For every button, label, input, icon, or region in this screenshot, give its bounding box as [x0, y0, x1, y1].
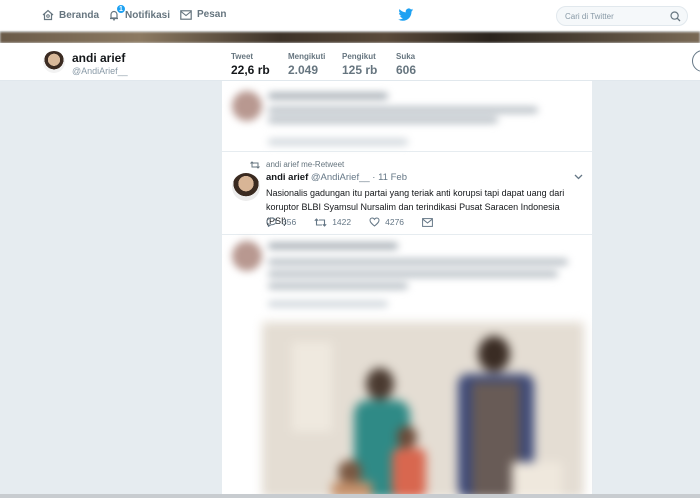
- avatar[interactable]: [42, 50, 66, 74]
- tweet-actions: 356 1422 4276: [266, 217, 451, 227]
- stat-label: Pengikut: [342, 52, 376, 61]
- search-icon[interactable]: [670, 11, 681, 22]
- stat-tweets[interactable]: Tweet 22,6 rb: [231, 52, 270, 77]
- profile-name[interactable]: andi arief: [72, 51, 125, 65]
- stat-label: Mengikuti: [288, 52, 326, 61]
- tweet-header: andi arief @AndiArief__ · 11 Feb: [266, 172, 407, 183]
- search-placeholder: Cari di Twitter: [565, 12, 614, 21]
- heart-icon: [369, 217, 380, 227]
- like-button[interactable]: 4276: [369, 217, 404, 227]
- notification-badge: 1: [116, 4, 126, 14]
- taskbar-edge: [0, 494, 700, 498]
- stat-label: Suka: [396, 52, 416, 61]
- profile-handle[interactable]: @AndiArief__: [72, 66, 128, 76]
- tweet-author-name[interactable]: andi arief: [266, 172, 308, 183]
- stat-followers[interactable]: Pengikut 125 rb: [342, 52, 377, 77]
- nav-notifications[interactable]: 1 Notifikasi: [108, 4, 171, 21]
- nav-messages[interactable]: Pesan: [180, 9, 226, 20]
- divider: [222, 151, 592, 152]
- stat-label: Tweet: [231, 52, 254, 61]
- tweet-photo[interactable]: [262, 322, 584, 498]
- envelope-icon: [422, 217, 433, 227]
- home-icon: [42, 9, 54, 21]
- profile-banner: [0, 32, 700, 43]
- tweet-date[interactable]: · 11 Feb: [372, 172, 407, 183]
- search-input[interactable]: Cari di Twitter: [556, 6, 688, 26]
- tweet-avatar[interactable]: [232, 173, 260, 201]
- retweet-count: 1422: [332, 217, 352, 227]
- nav-notifications-label: Notifikasi: [125, 9, 171, 21]
- direct-message-button[interactable]: [422, 217, 433, 227]
- nav-messages-label: Pesan: [197, 9, 227, 20]
- retweet-icon: [250, 160, 260, 169]
- reply-icon: [266, 217, 277, 227]
- top-navigation: Beranda 1 Notifikasi Pesan Cari di Twitt…: [0, 0, 700, 32]
- stat-value: 125 rb: [342, 63, 378, 77]
- chevron-down-icon[interactable]: [574, 174, 583, 180]
- twitter-bird-icon[interactable]: [398, 8, 414, 22]
- stat-following[interactable]: Mengikuti 2.049: [288, 52, 325, 77]
- retweet-icon: [314, 217, 327, 227]
- reply-count: 356: [282, 217, 297, 227]
- photo-content: [262, 322, 584, 498]
- reply-button[interactable]: 356: [266, 217, 296, 227]
- retweet-note-text[interactable]: andi arief me-Retweet: [266, 160, 344, 169]
- retweet-note: andi arief me-Retweet: [250, 160, 344, 169]
- stat-likes[interactable]: Suka 606: [396, 52, 416, 77]
- retweet-button[interactable]: 1422: [314, 217, 351, 227]
- stat-value: 606: [396, 63, 417, 77]
- stat-value: 2.049: [288, 63, 319, 77]
- like-count: 4276: [385, 217, 405, 227]
- divider: [222, 234, 592, 235]
- nav-home-label: Beranda: [59, 9, 100, 21]
- tweet-author-handle[interactable]: @AndiArief__: [311, 172, 370, 183]
- envelope-icon: [180, 9, 192, 20]
- stat-value: 22,6 rb: [231, 63, 270, 77]
- nav-home[interactable]: Beranda: [42, 9, 99, 21]
